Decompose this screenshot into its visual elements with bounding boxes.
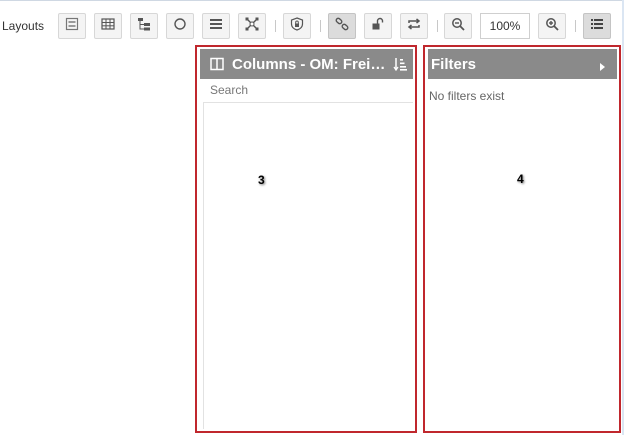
zoom-level-field[interactable]: 100% [480,13,530,39]
link-chain-icon [335,17,349,36]
cross-network-icon [245,17,259,36]
circle-icon [173,17,187,36]
zoom-out-icon [451,17,465,36]
zoom-out-button[interactable] [444,13,472,39]
unlock-button[interactable] [364,13,392,39]
no-filters-message: No filters exist [429,89,505,103]
columns-list-border [203,103,204,429]
filters-panel: Filters No filters exist 4 [423,45,621,433]
tree-hierarchy-icon [137,17,151,36]
columns-search-input[interactable]: Search [210,83,248,97]
columns-panel: Columns - OM: Frei… Search 3 [195,45,417,433]
table-grid-icon [101,17,115,36]
zoom-in-icon [545,17,559,36]
layout-form-icon [65,17,79,36]
toolbar-separator [275,20,276,32]
list-panel-icon [590,17,604,36]
list-lines-icon [209,17,223,36]
search-underline [203,102,413,103]
tree-layout-button[interactable] [130,13,158,39]
filters-panel-title: Filters [431,55,477,73]
window-top-border [0,0,624,1]
panel-toggle-button[interactable] [583,13,611,39]
shield-lock-icon [290,16,304,36]
toolbar-separator [437,20,438,32]
layouts-label: Layouts [2,19,45,33]
layout-toolbar: Layouts 100% [0,10,622,42]
columns-panel-title: Columns - OM: Frei… [232,55,386,73]
columns-icon [210,57,224,71]
grid-layout-button[interactable] [94,13,122,39]
filters-panel-header: Filters [428,49,617,79]
network-layout-button[interactable] [238,13,266,39]
toolbar-separator [575,20,576,32]
annotation-number-4: 4 [517,172,524,186]
collapse-arrow-icon[interactable] [599,59,607,71]
refresh-loop-icon [407,17,421,36]
toolbar-separator [320,20,321,32]
sort-order-icon[interactable] [393,57,407,72]
unlock-padlock-icon [371,17,385,36]
form-layout-button[interactable] [58,13,86,39]
annotation-number-3: 3 [258,173,265,187]
link-button[interactable] [328,13,356,39]
circle-layout-button[interactable] [166,13,194,39]
refresh-button[interactable] [400,13,428,39]
security-button[interactable] [283,13,311,39]
list-layout-button[interactable] [202,13,230,39]
zoom-in-button[interactable] [538,13,566,39]
columns-panel-header: Columns - OM: Frei… [200,49,413,79]
